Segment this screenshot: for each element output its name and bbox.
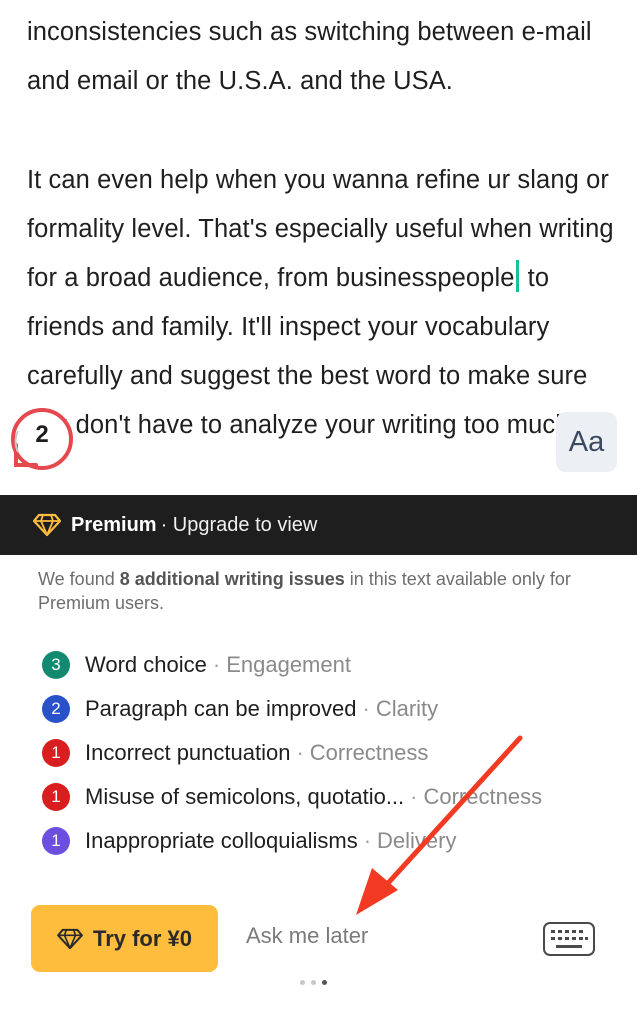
- issue-list: 3 Word choice · Engagement 2 Paragraph c…: [42, 643, 632, 863]
- diamond-icon: [57, 928, 83, 949]
- editor-paragraph: inconsistencies such as switching betwee…: [27, 18, 592, 95]
- issue-category: Engagement: [226, 652, 351, 677]
- issue-name: Paragraph can be improved: [85, 696, 357, 721]
- page-dot: [300, 980, 305, 985]
- keyboard-icon: [543, 922, 595, 956]
- issue-item[interactable]: 1 Incorrect punctuation · Correctness: [42, 731, 632, 775]
- badge-count: 2: [35, 421, 49, 448]
- ask-me-later-button[interactable]: Ask me later: [246, 923, 368, 949]
- issue-item[interactable]: 3 Word choice · Engagement: [42, 643, 632, 687]
- issue-item[interactable]: 2 Paragraph can be improved · Clarity: [42, 687, 632, 731]
- issue-count: 3: [42, 651, 70, 679]
- editor-paragraph: It can even help when you wanna refine u…: [27, 156, 627, 450]
- try-premium-label: Try for ¥0: [92, 925, 193, 951]
- page-dot: [311, 980, 316, 985]
- issue-separator: ·: [296, 740, 304, 765]
- premium-subtitle: · Upgrade to view: [160, 513, 318, 536]
- issue-separator: ·: [363, 828, 372, 853]
- premium-bar[interactable]: Premium · Upgrade to view: [0, 495, 637, 555]
- try-premium-button[interactable]: Try for ¥0: [31, 905, 218, 972]
- issue-count: 2: [42, 695, 70, 723]
- issue-category: Delivery: [377, 828, 457, 853]
- notice-prefix: We found: [38, 569, 120, 589]
- premium-title: Premium: [71, 513, 157, 536]
- issue-name: Inappropriate colloquialisms: [85, 828, 358, 853]
- issue-name: Word choice: [85, 652, 207, 677]
- page-dot-active: [322, 980, 327, 985]
- diamond-icon: [33, 513, 61, 537]
- text-caret: [515, 260, 519, 292]
- premium-panel: We found 8 additional writing issues in …: [0, 555, 637, 1024]
- page-indicator: [300, 980, 340, 990]
- issue-count: 1: [42, 739, 70, 767]
- issue-separator: ·: [410, 784, 418, 809]
- issue-item[interactable]: 1 Inappropriate colloquialisms · Deliver…: [42, 819, 632, 863]
- text-style-button[interactable]: Aa: [556, 412, 617, 472]
- issue-name: Incorrect punctuation: [85, 740, 291, 765]
- issue-count-badge[interactable]: 2: [10, 407, 74, 471]
- editor-text-area[interactable]: inconsistencies such as switching betwee…: [0, 0, 637, 495]
- issue-item[interactable]: 1 Misuse of semicolons, quotatio... · Co…: [42, 775, 632, 819]
- issue-count: 1: [42, 783, 70, 811]
- issue-name: Misuse of semicolons, quotatio...: [85, 784, 405, 809]
- issue-separator: ·: [362, 696, 370, 721]
- keyboard-toggle-button[interactable]: [542, 921, 596, 957]
- premium-notice: We found 8 additional writing issues in …: [38, 567, 618, 615]
- issue-category: Correctness: [423, 784, 543, 809]
- notice-highlight: 8 additional writing issues: [119, 569, 345, 589]
- issue-count: 1: [42, 827, 70, 855]
- issue-category: Clarity: [375, 696, 439, 721]
- issue-separator: ·: [212, 652, 221, 677]
- issue-category: Correctness: [309, 740, 429, 765]
